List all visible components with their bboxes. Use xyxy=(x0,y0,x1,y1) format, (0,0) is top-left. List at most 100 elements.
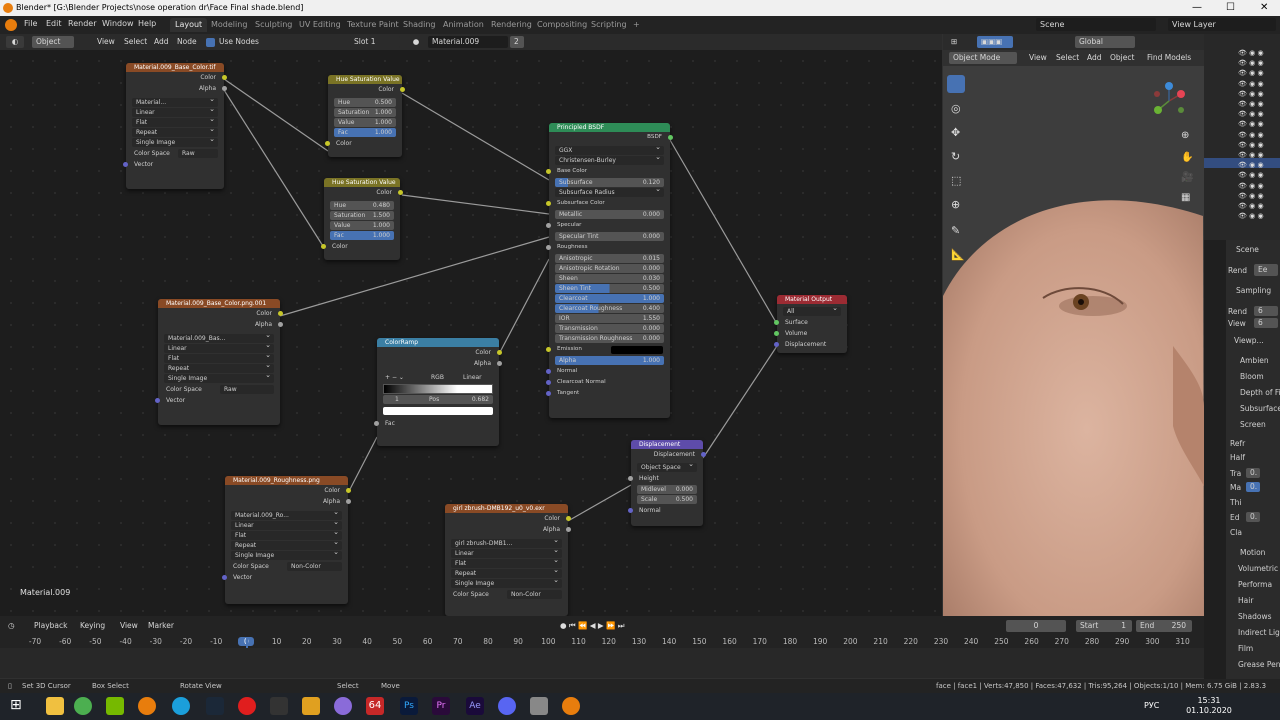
app-icon-yellow[interactable] xyxy=(302,697,320,715)
socket[interactable] xyxy=(374,421,379,426)
slider-value[interactable]: 0.500 xyxy=(375,98,392,107)
add-workspace-button[interactable]: + xyxy=(628,18,645,32)
gradient-preview[interactable] xyxy=(383,384,493,394)
grease-pencil-panel[interactable]: Grease Pen xyxy=(1238,660,1280,669)
viewport-editor-icon[interactable]: ⊞ xyxy=(951,36,957,48)
principled-bsdf-node[interactable]: Principled BSDF BSDF GGX Christensen-Bur… xyxy=(546,123,673,418)
socket[interactable] xyxy=(346,488,351,493)
sampling-panel-header[interactable]: Sampling xyxy=(1236,286,1271,295)
timeline-editor-icon[interactable]: ◷ xyxy=(8,620,15,632)
slider-value[interactable]: 0.000 xyxy=(643,264,660,273)
material-users-count[interactable]: 2 xyxy=(510,36,524,48)
navigation-gizmo[interactable] xyxy=(1148,80,1190,122)
extension-dropdown[interactable]: Repeat xyxy=(164,361,274,373)
space-dropdown[interactable]: Object Space xyxy=(637,460,697,472)
start-value[interactable]: 1 xyxy=(1121,620,1126,632)
performance-panel[interactable]: Performa xyxy=(1238,580,1272,589)
tab-rendering[interactable]: Rendering xyxy=(486,18,537,32)
app-icon-dark[interactable] xyxy=(270,697,288,715)
socket[interactable] xyxy=(497,361,502,366)
shadows-panel[interactable]: Shadows xyxy=(1238,612,1272,621)
socket[interactable] xyxy=(155,398,160,403)
photoshop-icon[interactable]: Ps xyxy=(400,697,418,715)
viewport-menu-add[interactable]: Add xyxy=(1087,52,1102,64)
extension-dropdown[interactable]: Repeat xyxy=(231,538,342,550)
app-icon-gray[interactable] xyxy=(530,697,548,715)
extension-dropdown[interactable]: Repeat xyxy=(132,125,218,137)
close-button[interactable]: ✕ xyxy=(1260,2,1268,13)
target-dropdown[interactable]: All xyxy=(783,304,841,316)
socket[interactable] xyxy=(628,508,633,513)
socket[interactable] xyxy=(123,162,128,167)
socket[interactable] xyxy=(546,391,551,396)
select-tool-icon[interactable]: ▣▣▣ xyxy=(977,36,1013,48)
projection-dropdown[interactable]: Flat xyxy=(132,115,218,127)
image-selector[interactable]: Material.009_Bas... xyxy=(164,331,274,343)
image-selector[interactable]: Material... xyxy=(132,95,218,107)
interpolation-dropdown[interactable]: Linear xyxy=(132,105,218,117)
socket[interactable] xyxy=(774,331,779,336)
slider-value[interactable]: 0.000 xyxy=(643,334,660,343)
slot-dropdown[interactable]: Slot 1 xyxy=(350,36,400,48)
stop-index[interactable]: 1 xyxy=(395,396,399,403)
slider-value[interactable]: 1.000 xyxy=(375,128,392,137)
premiere-icon[interactable]: Pr xyxy=(432,697,450,715)
indirect-lighting-panel[interactable]: Indirect Lig xyxy=(1238,628,1280,637)
view-layer-selector[interactable]: View Layer xyxy=(1168,18,1276,31)
ambient-occlusion-panel[interactable]: Ambien xyxy=(1240,356,1269,365)
start-icon[interactable]: ⊞ xyxy=(10,697,28,715)
slider-value[interactable]: 1.000 xyxy=(375,118,392,127)
socket[interactable] xyxy=(546,169,551,174)
color-mode-dropdown[interactable]: RGB xyxy=(431,372,444,383)
interpolation-dropdown[interactable]: Linear xyxy=(164,341,274,353)
slider-value[interactable]: 0.500 xyxy=(676,495,693,504)
material-name-field[interactable]: Material.009 xyxy=(428,36,508,48)
image-texture-node-displacement-exr[interactable]: girl zbrush-DMB192_u0_v0.exr Color Alpha… xyxy=(445,504,571,616)
socket[interactable] xyxy=(546,380,551,385)
zoom-icon[interactable]: ⊕ xyxy=(1181,130,1189,141)
use-nodes-checkbox[interactable] xyxy=(206,38,215,47)
scale-tool-icon[interactable]: ⬚ xyxy=(951,174,961,187)
keyboard-language[interactable]: РУС xyxy=(1144,701,1159,710)
projection-dropdown[interactable]: Flat xyxy=(451,556,562,568)
volumetrics-panel[interactable]: Volumetric xyxy=(1238,564,1278,573)
frame-ruler[interactable]: -70-60-50-40-30-20-100102030405060708090… xyxy=(0,636,1204,648)
menu-select[interactable]: Select xyxy=(124,36,147,48)
viewport-3d[interactable]: ◎ ✥ ↻ ⬚ ⊕ ✎ 📐 ⊕ ✋ 🎥 ▦ xyxy=(943,66,1204,616)
source-dropdown[interactable]: Single Image xyxy=(451,576,562,588)
properties-panel[interactable]: Scene Rend Ee Sampling Rend 6 View 6 Vie… xyxy=(1204,240,1280,679)
timeline-editor[interactable]: ◷ Playback Keying View Marker ● ⏮ ⏪ ◀ ▶ … xyxy=(0,616,1204,678)
slider-value[interactable]: 0.000 xyxy=(643,324,660,333)
tab-texture-paint[interactable]: Texture Paint xyxy=(342,18,404,32)
hue-saturation-value-node-1[interactable]: Hue Saturation Value Color Hue 0.500 Satu… xyxy=(325,75,405,157)
trace-precision-field[interactable]: 0. xyxy=(1246,468,1260,478)
menu-add[interactable]: Add xyxy=(154,36,169,48)
slider-value[interactable]: 1.000 xyxy=(375,108,392,117)
transform-orientation-dropdown[interactable]: Global xyxy=(1075,36,1135,48)
chrome-icon[interactable] xyxy=(74,697,92,715)
displacement-node[interactable]: Displacement Displacement Object Space H… xyxy=(628,440,706,526)
bloom-panel[interactable]: Bloom xyxy=(1240,372,1264,381)
remove-stop-icon[interactable]: − xyxy=(392,374,397,381)
image-texture-node-base-color-png[interactable]: Material.009_Base_Color.png.001 Color Al… xyxy=(155,299,283,425)
material-output-node[interactable]: Material Output All Surface Volume Displ… xyxy=(774,295,847,353)
render-samples-field[interactable]: 6 xyxy=(1254,306,1278,316)
socket[interactable] xyxy=(497,350,502,355)
extension-dropdown[interactable]: Repeat xyxy=(451,566,562,578)
marker-menu[interactable]: Marker xyxy=(148,620,174,632)
viewport-menu-object[interactable]: Object xyxy=(1110,52,1134,64)
blender-taskbar-icon-2[interactable] xyxy=(562,697,580,715)
find-models-button[interactable]: Find Models xyxy=(1147,52,1191,64)
after-effects-icon[interactable]: Ae xyxy=(466,697,484,715)
color-space-dropdown[interactable]: Raw xyxy=(178,149,218,158)
socket[interactable] xyxy=(546,245,551,250)
emission-color-swatch[interactable] xyxy=(611,346,663,354)
source-dropdown[interactable]: Single Image xyxy=(132,135,218,147)
slider-value[interactable]: 1.000 xyxy=(643,294,660,303)
cursor-tool-icon[interactable]: ◎ xyxy=(951,102,961,115)
hue-saturation-value-node-2[interactable]: Hue Saturation Value Color Hue 0.480 Satu… xyxy=(321,178,403,260)
image-selector[interactable]: Material.009_Ro... xyxy=(231,508,342,520)
image-selector[interactable]: girl zbrush-DMB1... xyxy=(451,536,562,548)
slider-value[interactable]: 1.000 xyxy=(373,231,390,240)
socket[interactable] xyxy=(546,201,551,206)
